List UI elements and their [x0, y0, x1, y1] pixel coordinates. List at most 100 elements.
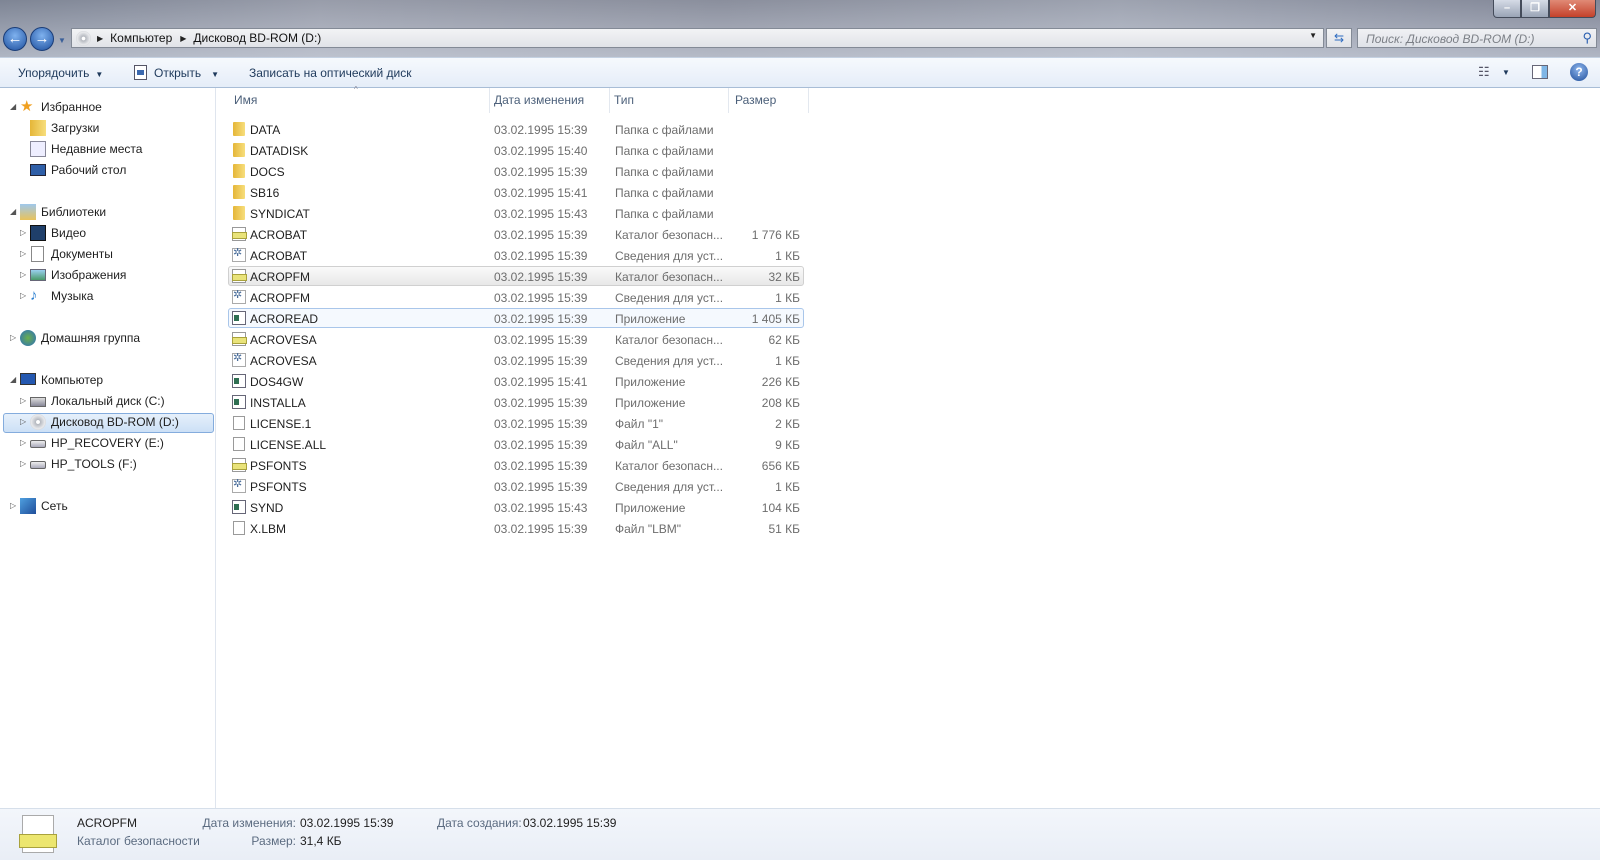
file-row[interactable]: X.LBM 03.02.1995 15:39 Файл "LBM" 51 КБ	[228, 518, 804, 538]
computer-icon	[20, 373, 36, 385]
file-size: 1 КБ	[775, 249, 800, 263]
file-row[interactable]: SB16 03.02.1995 15:41 Папка с файлами	[228, 182, 804, 202]
expand-icon[interactable]: ▷	[10, 496, 20, 516]
navigation-pane: ◢ ★ Избранное Загрузки Недавние места Рабо…	[0, 88, 216, 808]
back-button[interactable]: ←	[3, 27, 27, 51]
search-input[interactable]: Поиск: Дисковод BD-ROM (D:) ⚲	[1357, 28, 1597, 48]
file-row[interactable]: INSTALLA 03.02.1995 15:39 Приложение 208 КБ	[228, 392, 804, 412]
file-row[interactable]: ACROPFM 03.02.1995 15:39 Каталог безопасн.…	[228, 266, 804, 286]
hard-drive-icon	[30, 397, 46, 407]
expand-icon[interactable]: ▷	[20, 265, 30, 285]
view-dropdown-icon[interactable]: ▼	[1502, 68, 1510, 77]
file-row[interactable]: LICENSE.1 03.02.1995 15:39 Файл "1" 2 КБ	[228, 413, 804, 433]
file-date: 03.02.1995 15:39	[494, 522, 588, 536]
file-date: 03.02.1995 15:39	[494, 438, 588, 452]
file-row[interactable]: ACROBAT 03.02.1995 15:39 Каталог безопасн.…	[228, 224, 804, 244]
minimize-button[interactable]: –	[1493, 0, 1521, 18]
breadcrumb-drive[interactable]: Дисковод BD-ROM (D:)	[193, 31, 321, 45]
file-row[interactable]: DATADISK 03.02.1995 15:40 Папка с файлами	[228, 140, 804, 160]
breadcrumb-separator-icon[interactable]: ▶	[180, 34, 186, 43]
file-type: Каталог безопасн...	[615, 459, 723, 473]
file-date: 03.02.1995 15:39	[494, 291, 588, 305]
details-pane: ACROPFM Каталог безопасности Дата измене…	[0, 808, 1600, 860]
file-type: Приложение	[615, 501, 686, 515]
search-placeholder: Поиск: Дисковод BD-ROM (D:)	[1366, 32, 1535, 46]
nav-label: Недавние места	[51, 142, 143, 156]
file-name: ACROVESA	[250, 354, 317, 368]
file-row[interactable]: ACROPFM 03.02.1995 15:39 Сведения для уст.…	[228, 287, 804, 307]
collapse-icon[interactable]: ◢	[10, 370, 20, 390]
nav-label: Библиотеки	[41, 205, 107, 219]
column-header-size[interactable]: Размер	[735, 88, 776, 113]
column-header-type[interactable]: Тип	[614, 88, 634, 113]
homegroup-icon	[20, 330, 36, 346]
refresh-button[interactable]: ⇆	[1326, 28, 1352, 48]
expand-icon[interactable]: ▷	[20, 433, 30, 453]
app-icon	[232, 374, 246, 388]
open-button[interactable]: Открыть ▼	[154, 66, 219, 80]
address-bar[interactable]: ▶ Компьютер ▶ Дисковод BD-ROM (D:) ▼	[71, 28, 1324, 48]
file-size: 32 КБ	[768, 270, 800, 284]
file-type: Папка с файлами	[615, 207, 714, 221]
expand-icon[interactable]: ▷	[20, 391, 30, 411]
view-options-icon[interactable]: ☷	[1478, 64, 1490, 80]
help-icon[interactable]: ?	[1570, 63, 1588, 81]
breadcrumb-computer[interactable]: Компьютер	[110, 31, 172, 45]
recent-places-icon	[30, 141, 46, 157]
file-row[interactable]: PSFONTS 03.02.1995 15:39 Сведения для уст.…	[228, 476, 804, 496]
file-row[interactable]: PSFONTS 03.02.1995 15:39 Каталог безопасн.…	[228, 455, 804, 475]
file-row[interactable]: DOCS 03.02.1995 15:39 Папка с файлами	[228, 161, 804, 181]
file-date: 03.02.1995 15:39	[494, 249, 588, 263]
address-history-dropdown[interactable]: ▼	[1309, 31, 1317, 40]
file-name: INSTALLA	[250, 396, 306, 410]
file-type: Приложение	[615, 375, 686, 389]
column-divider[interactable]	[489, 88, 490, 113]
file-date: 03.02.1995 15:39	[494, 228, 588, 242]
file-type: Сведения для уст...	[615, 354, 724, 368]
file-type: Папка с файлами	[615, 123, 714, 137]
file-type: Приложение	[615, 396, 686, 410]
file-row[interactable]: ACROBAT 03.02.1995 15:39 Сведения для уст.…	[228, 245, 804, 265]
file-type: Каталог безопасн...	[615, 333, 723, 347]
network-icon	[20, 498, 36, 514]
search-icon[interactable]: ⚲	[1582, 30, 1592, 46]
app-icon	[232, 395, 246, 409]
expand-icon[interactable]: ▷	[10, 328, 20, 348]
collapse-icon[interactable]: ◢	[10, 202, 20, 222]
file-name: LICENSE.ALL	[250, 438, 327, 452]
column-header-name[interactable]: Имя	[234, 88, 489, 113]
nav-label: Рабочий стол	[51, 163, 127, 177]
file-row[interactable]: LICENSE.ALL 03.02.1995 15:39 Файл "ALL" 9 К…	[228, 434, 804, 454]
file-row[interactable]: DATA 03.02.1995 15:39 Папка с файлами	[228, 119, 804, 139]
column-divider[interactable]	[808, 88, 809, 113]
file-row[interactable]: SYND 03.02.1995 15:43 Приложение 104 КБ	[228, 497, 804, 517]
file-row[interactable]: SYNDICAT 03.02.1995 15:43 Папка с файлами	[228, 203, 804, 223]
burn-button[interactable]: Записать на оптический диск	[249, 66, 412, 80]
file-row[interactable]: ACROVESA 03.02.1995 15:39 Каталог безопасн…	[228, 329, 804, 349]
expand-icon[interactable]: ▷	[20, 223, 30, 243]
file-row[interactable]: DOS4GW 03.02.1995 15:41 Приложение 226 КБ	[228, 371, 804, 391]
expand-icon[interactable]: ▷	[20, 244, 30, 264]
file-row[interactable]: ACROVESA 03.02.1995 15:39 Сведения для уст…	[228, 350, 804, 370]
nav-label: Музыка	[51, 289, 94, 303]
maximize-button[interactable]: ❐	[1521, 0, 1549, 18]
forward-button[interactable]: →	[30, 27, 54, 51]
recent-pages-dropdown[interactable]: ▼	[58, 36, 66, 45]
file-size: 226 КБ	[761, 375, 800, 389]
file-row[interactable]: ACROREAD 03.02.1995 15:39 Приложение 1 405 …	[228, 308, 804, 328]
expand-icon[interactable]: ▷	[20, 412, 30, 432]
column-divider[interactable]	[609, 88, 610, 113]
expand-icon[interactable]: ▷	[20, 286, 30, 306]
collapse-icon[interactable]: ◢	[10, 97, 20, 117]
file-type: Файл "LBM"	[615, 522, 682, 536]
organize-button[interactable]: Упорядочить ▼	[18, 66, 103, 80]
column-header-date[interactable]: Дата изменения	[494, 88, 584, 113]
preview-pane-icon[interactable]	[1532, 65, 1548, 79]
close-button[interactable]: ✕	[1549, 0, 1596, 18]
expand-icon[interactable]: ▷	[20, 454, 30, 474]
breadcrumb-separator-icon[interactable]: ▶	[97, 34, 103, 43]
desktop-icon	[30, 164, 46, 176]
column-divider[interactable]	[728, 88, 729, 113]
nav-label: Видео	[51, 226, 87, 240]
file-type: Папка с файлами	[615, 144, 714, 158]
